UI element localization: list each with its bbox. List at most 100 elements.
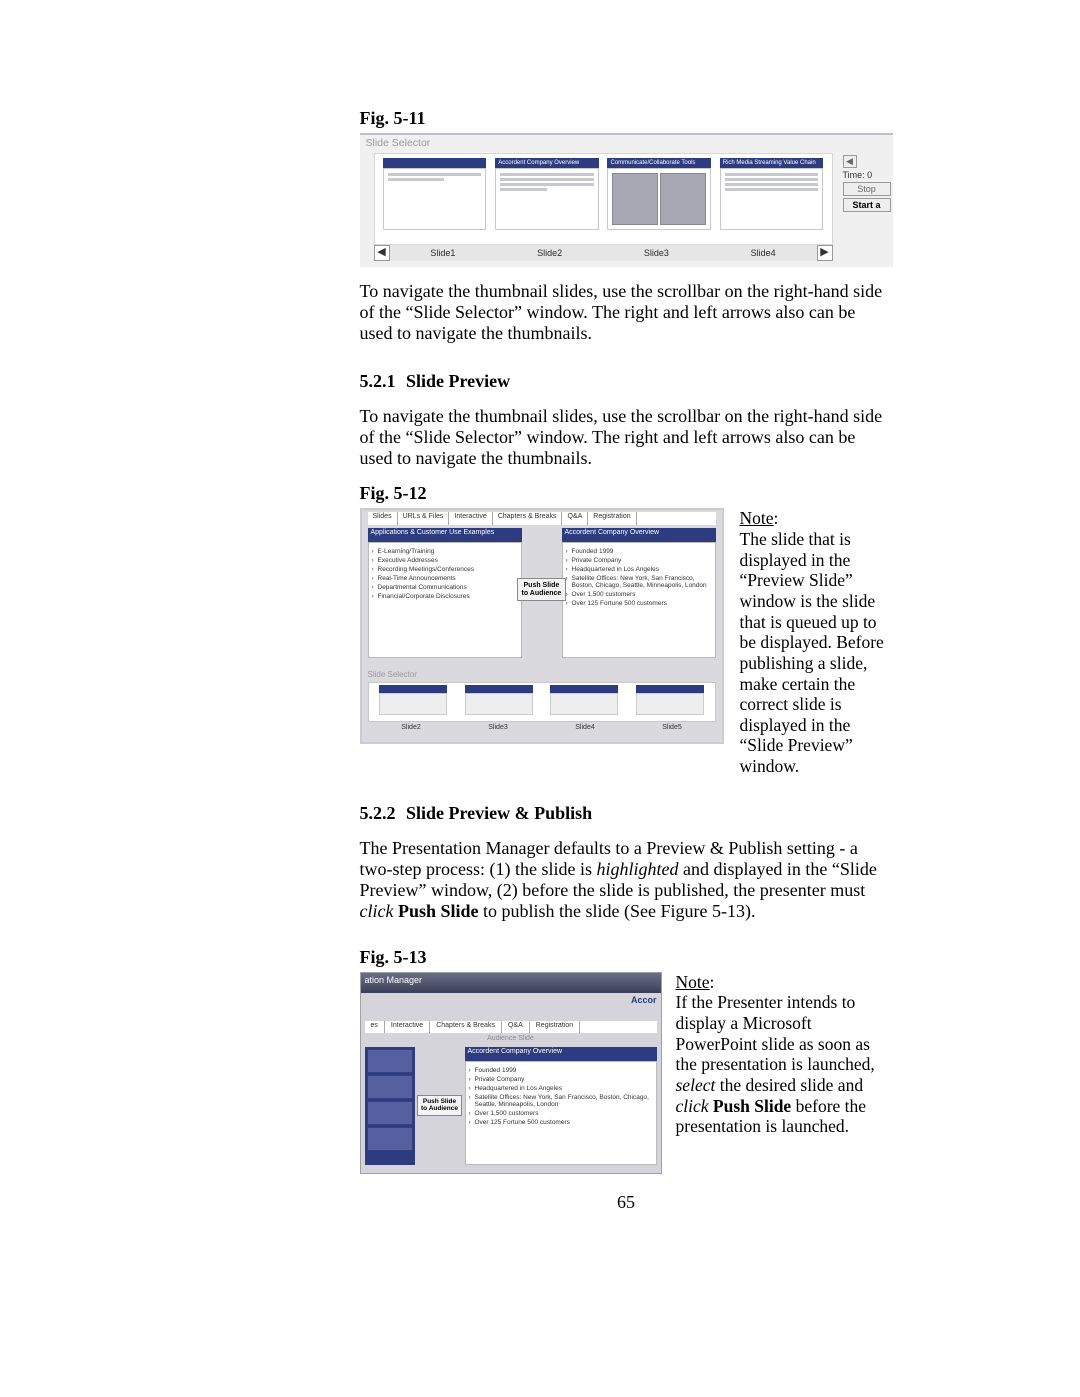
document-page: Fig. 5-11 Slide Selector Accordent Compa… bbox=[138, 0, 943, 1243]
control-panel: ◀ Time: 0 Stop Start a bbox=[843, 153, 891, 214]
list-item: Headquartered in Los Angeles bbox=[475, 1085, 653, 1092]
thumbnail-header: Accordent Company Overview bbox=[495, 158, 598, 168]
section-heading-5-2-1: 5.2.1 Slide Preview bbox=[360, 371, 893, 392]
list-item: Departmental Communications bbox=[378, 584, 518, 591]
tab-interactive[interactable]: Interactive bbox=[449, 512, 492, 525]
mini-thumbnail-label: Slide2 bbox=[401, 724, 420, 738]
page-number: 65 bbox=[360, 1192, 893, 1213]
thumbnail-tile[interactable] bbox=[367, 1049, 413, 1073]
tab-item[interactable]: Chapters & Breaks bbox=[430, 1021, 502, 1033]
list-item: Financial/Corporate Disclosures bbox=[378, 593, 518, 600]
list-item: Executive Addresses bbox=[378, 557, 518, 564]
thumbnail-header: Communicate/Collaborate Tools bbox=[607, 158, 710, 168]
mini-thumbnail-label: Slide4 bbox=[575, 724, 594, 738]
start-button[interactable]: Start a bbox=[843, 198, 891, 212]
left-thumbnail-column bbox=[365, 1047, 415, 1165]
mini-thumbnail[interactable] bbox=[379, 685, 447, 715]
push-slide-line2: to Audience bbox=[421, 1105, 458, 1112]
tab-chapters-breaks[interactable]: Chapters & Breaks bbox=[493, 512, 563, 525]
preview-right-header: Accordent Company Overview bbox=[465, 1047, 657, 1061]
section-number: 5.2.2 bbox=[360, 803, 396, 823]
figure-label-5-12: Fig. 5-12 bbox=[360, 483, 893, 504]
list-item: E-Learning/Training bbox=[378, 548, 518, 555]
mini-selector-label: Slide Selector bbox=[368, 670, 417, 679]
thumbnail-header: Rich Media Streaming Value Chain bbox=[720, 158, 823, 168]
body-paragraph: To navigate the thumbnail slides, use th… bbox=[360, 281, 893, 345]
figure-5-11: Slide Selector Accordent Company Overvie… bbox=[360, 133, 893, 267]
stop-button[interactable]: Stop bbox=[843, 182, 891, 196]
list-item: Recording Meetings/Conferences bbox=[378, 566, 518, 573]
tab-item[interactable]: Q&A bbox=[502, 1021, 530, 1033]
mini-thumbnail[interactable] bbox=[465, 685, 533, 715]
thumbnail-header bbox=[383, 158, 486, 168]
thumbnail-slide3[interactable]: Communicate/Collaborate Tools bbox=[607, 158, 710, 230]
thumbnail-label: Slide2 bbox=[537, 248, 562, 258]
push-slide-button[interactable]: Push Slide to Audience bbox=[417, 1095, 462, 1117]
tabs-bar: es Interactive Chapters & Breaks Q&A Reg… bbox=[365, 1021, 657, 1033]
thumbnail-slide2[interactable]: Accordent Company Overview bbox=[495, 158, 598, 230]
list-item: Founded 1999 bbox=[572, 548, 712, 555]
list-item: Founded 1999 bbox=[475, 1067, 653, 1074]
time-label: Time: 0 bbox=[843, 170, 891, 180]
thumbnail-tile[interactable] bbox=[367, 1101, 413, 1125]
section-number: 5.2.1 bbox=[360, 371, 396, 391]
preview-left-header: Applications & Customer Use Examples bbox=[368, 528, 522, 542]
tab-item[interactable]: es bbox=[365, 1021, 385, 1033]
list-item: Headquartered in Los Angeles bbox=[572, 566, 712, 573]
section-title: Slide Preview bbox=[406, 371, 510, 391]
body-paragraph: The Presentation Manager defaults to a P… bbox=[360, 838, 893, 923]
figure-5-13-note: Note: If the Presenter intends to displa… bbox=[676, 972, 893, 1137]
rewind-button[interactable]: ◀ bbox=[843, 155, 857, 168]
tab-urls-files[interactable]: URLs & Files bbox=[398, 512, 450, 525]
figure-5-12-note: Note: The slide that is displayed in the… bbox=[740, 508, 893, 776]
mini-thumbnail-label: Slide3 bbox=[488, 724, 507, 738]
tab-item[interactable]: Registration bbox=[530, 1021, 580, 1033]
thumbnail-slide4[interactable]: Rich Media Streaming Value Chain bbox=[720, 158, 823, 230]
tab-slides[interactable]: Slides bbox=[368, 512, 398, 525]
audience-slide-label: Audience Slide bbox=[365, 1035, 657, 1047]
slide-selector-title: Slide Selector bbox=[366, 137, 431, 149]
list-item: Over 125 Fortune 500 customers bbox=[572, 600, 712, 607]
tab-qa[interactable]: Q&A bbox=[562, 512, 588, 525]
push-slide-line2: to Audience bbox=[522, 590, 562, 597]
figure-label-5-13: Fig. 5-13 bbox=[360, 947, 893, 968]
thumbnail-label: Slide3 bbox=[644, 248, 669, 258]
tab-item[interactable]: Interactive bbox=[385, 1021, 430, 1033]
thumbnail-row: Accordent Company Overview Communicate/C… bbox=[374, 153, 833, 245]
mini-thumbnail[interactable] bbox=[636, 685, 704, 715]
note-label: Note bbox=[676, 972, 710, 992]
list-item: Satellite Offices: New York, San Francis… bbox=[475, 1094, 653, 1108]
mini-thumbnail-row bbox=[368, 682, 716, 722]
figure-5-13: ation Manager Accor es Interactive Chapt… bbox=[360, 972, 662, 1174]
body-paragraph: To navigate the thumbnail slides, use th… bbox=[360, 406, 893, 470]
preview-right-header: Accordent Company Overview bbox=[562, 528, 716, 542]
list-item: Over 1,500 customers bbox=[475, 1110, 653, 1117]
tab-registration[interactable]: Registration bbox=[588, 512, 636, 525]
brand-label: Accor bbox=[631, 995, 657, 1005]
push-slide-line1: Push Slide bbox=[524, 582, 560, 589]
note-body: The slide that is displayed in the “Prev… bbox=[740, 529, 884, 776]
window-titlebar: ation Manager bbox=[361, 973, 661, 993]
preview-right-body: Founded 1999 Private Company Headquarter… bbox=[562, 542, 716, 658]
thumbnail-tile[interactable] bbox=[367, 1075, 413, 1099]
note-label: Note bbox=[740, 508, 774, 528]
thumbnail-slide1[interactable] bbox=[383, 158, 486, 230]
section-title: Slide Preview & Publish bbox=[406, 803, 592, 823]
mini-thumbnail-label: Slide5 bbox=[662, 724, 681, 738]
push-slide-button[interactable]: Push Slide to Audience bbox=[517, 578, 567, 601]
nav-right-icon[interactable]: ▶ bbox=[817, 245, 833, 261]
figure-label-5-11: Fig. 5-11 bbox=[360, 108, 893, 129]
thumbnail-label: Slide1 bbox=[430, 248, 455, 258]
list-item: Satellite Offices: New York, San Francis… bbox=[572, 575, 712, 589]
nav-left-icon[interactable]: ◀ bbox=[374, 245, 390, 261]
mini-thumbnail[interactable] bbox=[550, 685, 618, 715]
preview-right-body: Founded 1999 Private Company Headquarter… bbox=[465, 1061, 657, 1165]
list-item: Over 1,500 customers bbox=[572, 591, 712, 598]
tabs-bar: Slides URLs & Files Interactive Chapters… bbox=[368, 512, 716, 525]
list-item: Private Company bbox=[475, 1076, 653, 1083]
thumbnail-label: Slide4 bbox=[751, 248, 776, 258]
figure-5-12: Slides URLs & Files Interactive Chapters… bbox=[360, 508, 724, 744]
thumbnail-tile[interactable] bbox=[367, 1127, 413, 1151]
list-item: Over 125 Fortune 500 customers bbox=[475, 1119, 653, 1126]
section-heading-5-2-2: 5.2.2 Slide Preview & Publish bbox=[360, 803, 893, 824]
